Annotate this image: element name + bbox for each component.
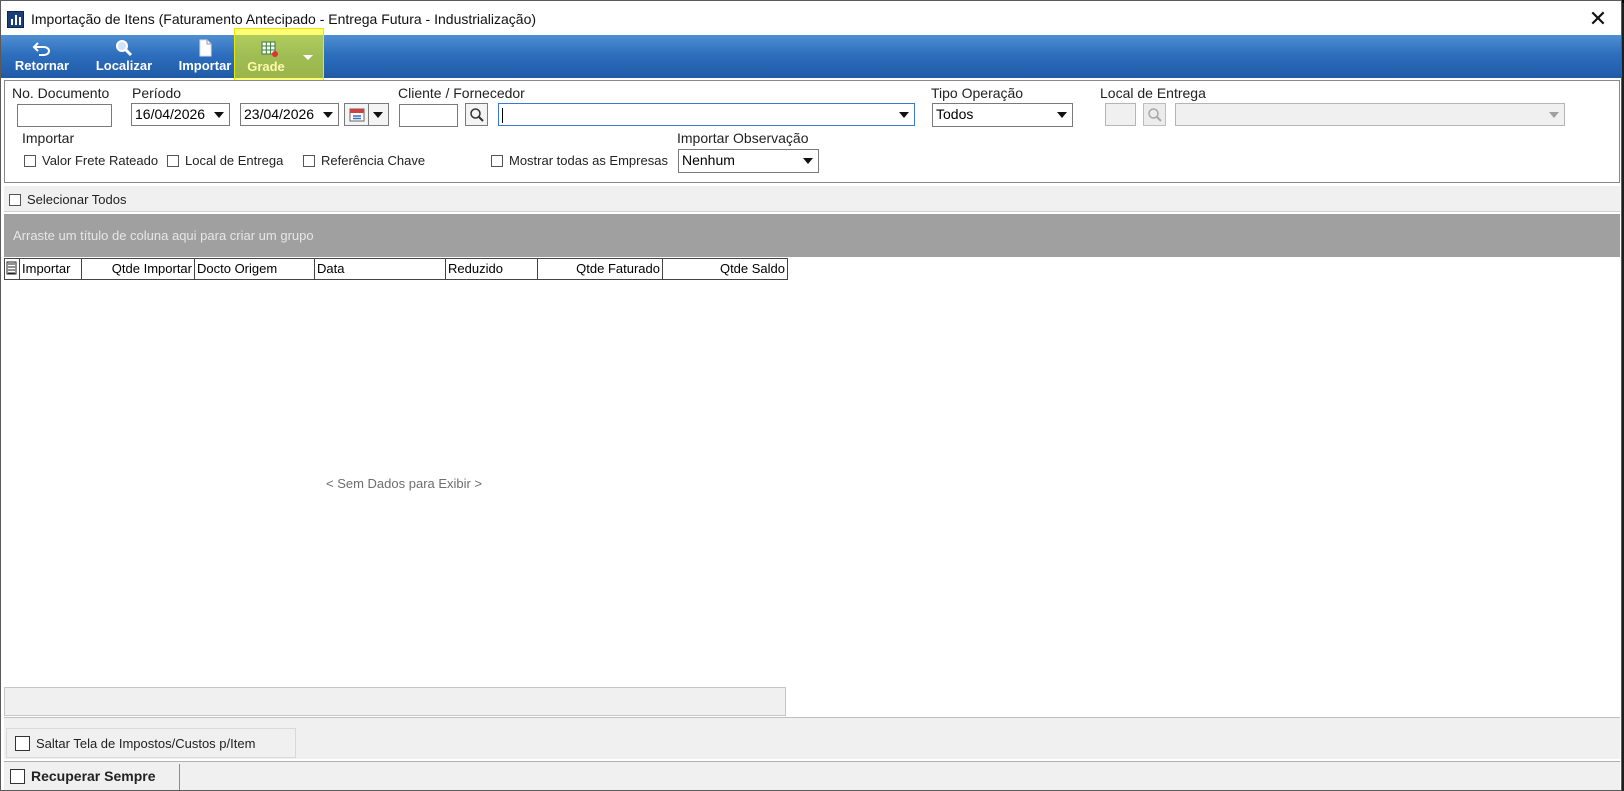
filter-panel: No. Documento Período 16/04/2026 23/04/2… (4, 80, 1620, 183)
periodo-inicio-date[interactable]: 16/04/2026 (131, 103, 230, 126)
importar-observacao-label: Importar Observação (677, 130, 809, 146)
local-entrega-search-button[interactable] (1143, 103, 1166, 126)
import-items-window: Importação de Itens (Faturamento Antecip… (0, 0, 1622, 791)
grade-dropdown-arrow-icon[interactable] (303, 55, 313, 60)
checkbox-box (10, 768, 25, 784)
checkbox-box (491, 154, 503, 167)
grid-icon (261, 41, 278, 57)
text-cursor (502, 107, 503, 123)
checkbox-box (303, 154, 315, 167)
status-bar: Recuperar Sempre (4, 761, 1620, 790)
selecionar-todos-label: Selecionar Todos (27, 192, 127, 207)
column-chooser-icon[interactable] (5, 259, 20, 279)
mostrar-todas-empresas-checkbox[interactable]: Mostrar todas as Empresas (491, 153, 668, 168)
calendar-button[interactable] (344, 103, 389, 126)
periodo-fim-value: 23/04/2026 (244, 106, 315, 122)
column-header-reduzido[interactable]: Reduzido (446, 259, 538, 279)
document-icon (199, 39, 212, 57)
options-bar: Saltar Tela de Impostos/Custos p/Item (4, 717, 1620, 759)
magnifier-icon (116, 40, 133, 57)
importar-section-label: Importar (22, 130, 75, 146)
checkbox-box (167, 154, 179, 167)
selecionar-todos-checkbox[interactable]: Selecionar Todos (9, 192, 127, 207)
close-icon[interactable]: ✕ (1585, 7, 1611, 31)
referencia-chave-checkbox[interactable]: Referência Chave (303, 153, 425, 168)
local-entrega-nome-combo[interactable] (1175, 103, 1565, 126)
tipo-operacao-value: Todos (936, 106, 974, 122)
local-de-entrega-checkbox[interactable]: Local de Entrega (167, 153, 283, 168)
horizontal-scrollbar[interactable] (4, 687, 786, 716)
periodo-inicio-value: 16/04/2026 (135, 106, 206, 122)
periodo-fim-date[interactable]: 23/04/2026 (240, 103, 339, 126)
importar-button[interactable]: Importar (173, 35, 237, 78)
recuperar-sempre-label: Recuperar Sempre (31, 768, 156, 784)
importar-observacao-value: Nenhum (682, 152, 735, 168)
cliente-search-button[interactable] (465, 103, 488, 126)
calendar-dropdown-icon[interactable] (368, 104, 388, 125)
calendar-icon (349, 108, 365, 122)
group-by-panel[interactable]: Arraste um título de coluna aqui para cr… (4, 214, 1620, 257)
local-entrega-label: Local de Entrega (1100, 85, 1206, 101)
cliente-nome-combo[interactable] (498, 103, 915, 126)
empty-grid-message: < Sem Dados para Exibir > (326, 476, 483, 491)
referencia-chave-label: Referência Chave (321, 153, 426, 168)
mostrar-todas-empresas-label: Mostrar todas as Empresas (509, 153, 668, 168)
no-documento-input[interactable] (17, 104, 112, 127)
local-entrega-codigo-input[interactable] (1105, 103, 1136, 126)
cliente-codigo-input[interactable] (399, 104, 458, 127)
valor-frete-rateado-checkbox[interactable]: Valor Frete Rateado (24, 153, 158, 168)
column-header-qtde-faturado[interactable]: Qtde Faturado (538, 259, 663, 279)
checkbox-box (24, 154, 36, 167)
column-header-qtde-importar[interactable]: Qtde Importar (82, 259, 195, 279)
items-grid: Importar Qtde Importar Docto Origem Data… (4, 257, 1620, 717)
saltar-tela-label: Saltar Tela de Impostos/Custos p/Item (36, 736, 256, 751)
retornar-label: Retornar (14, 58, 70, 73)
local-entrega-search-icon (1148, 108, 1162, 122)
grade-label: Grade (247, 59, 285, 74)
window-title: Importação de Itens (Faturamento Antecip… (31, 11, 537, 27)
app-chart-icon (7, 11, 24, 28)
status-separator (179, 764, 180, 790)
column-header-qtde-saldo[interactable]: Qtde Saldo (663, 259, 787, 279)
periodo-fim-dropdown-icon[interactable] (318, 104, 338, 125)
checkbox-box (9, 193, 21, 206)
local-entrega-dropdown-icon[interactable] (1544, 104, 1564, 125)
recuperar-sempre-checkbox[interactable]: Recuperar Sempre (10, 768, 156, 784)
importar-observacao-dropdown-icon[interactable] (798, 150, 818, 171)
periodo-inicio-dropdown-icon[interactable] (209, 104, 229, 125)
toolbar: Retornar Localizar Importar Grade (1, 28, 1621, 81)
cliente-search-icon (470, 108, 484, 122)
column-header-data[interactable]: Data (315, 259, 446, 279)
importar-observacao-select[interactable]: Nenhum (678, 149, 819, 173)
undo-arrow-icon (32, 42, 50, 56)
column-header-docto-origem[interactable]: Docto Origem (195, 259, 315, 279)
saltar-tela-checkbox[interactable]: Saltar Tela de Impostos/Custos p/Item (15, 736, 255, 751)
tipo-operacao-dropdown-icon[interactable] (1052, 104, 1072, 125)
local-de-entrega-checkbox-label: Local de Entrega (185, 153, 284, 168)
tipo-operacao-label: Tipo Operação (931, 85, 1024, 101)
cliente-fornecedor-label: Cliente / Fornecedor (398, 85, 525, 101)
valor-frete-rateado-label: Valor Frete Rateado (42, 153, 159, 168)
saltar-tela-group: Saltar Tela de Impostos/Custos p/Item (6, 728, 296, 758)
retornar-button[interactable]: Retornar (9, 35, 75, 78)
grid-header-row: Importar Qtde Importar Docto Origem Data… (4, 258, 788, 280)
importar-label: Importar (178, 58, 232, 73)
selecionar-todos-bar: Selecionar Todos (4, 186, 1620, 212)
tipo-operacao-select[interactable]: Todos (932, 103, 1073, 127)
group-by-hint: Arraste um título de coluna aqui para cr… (13, 228, 314, 243)
cliente-nome-dropdown-icon[interactable] (894, 104, 914, 125)
localizar-label: Localizar (95, 58, 153, 73)
checkbox-box (15, 736, 30, 751)
no-documento-label: No. Documento (12, 85, 110, 101)
localizar-button[interactable]: Localizar (91, 35, 157, 78)
periodo-label: Período (132, 85, 182, 101)
column-header-importar[interactable]: Importar (20, 259, 82, 279)
